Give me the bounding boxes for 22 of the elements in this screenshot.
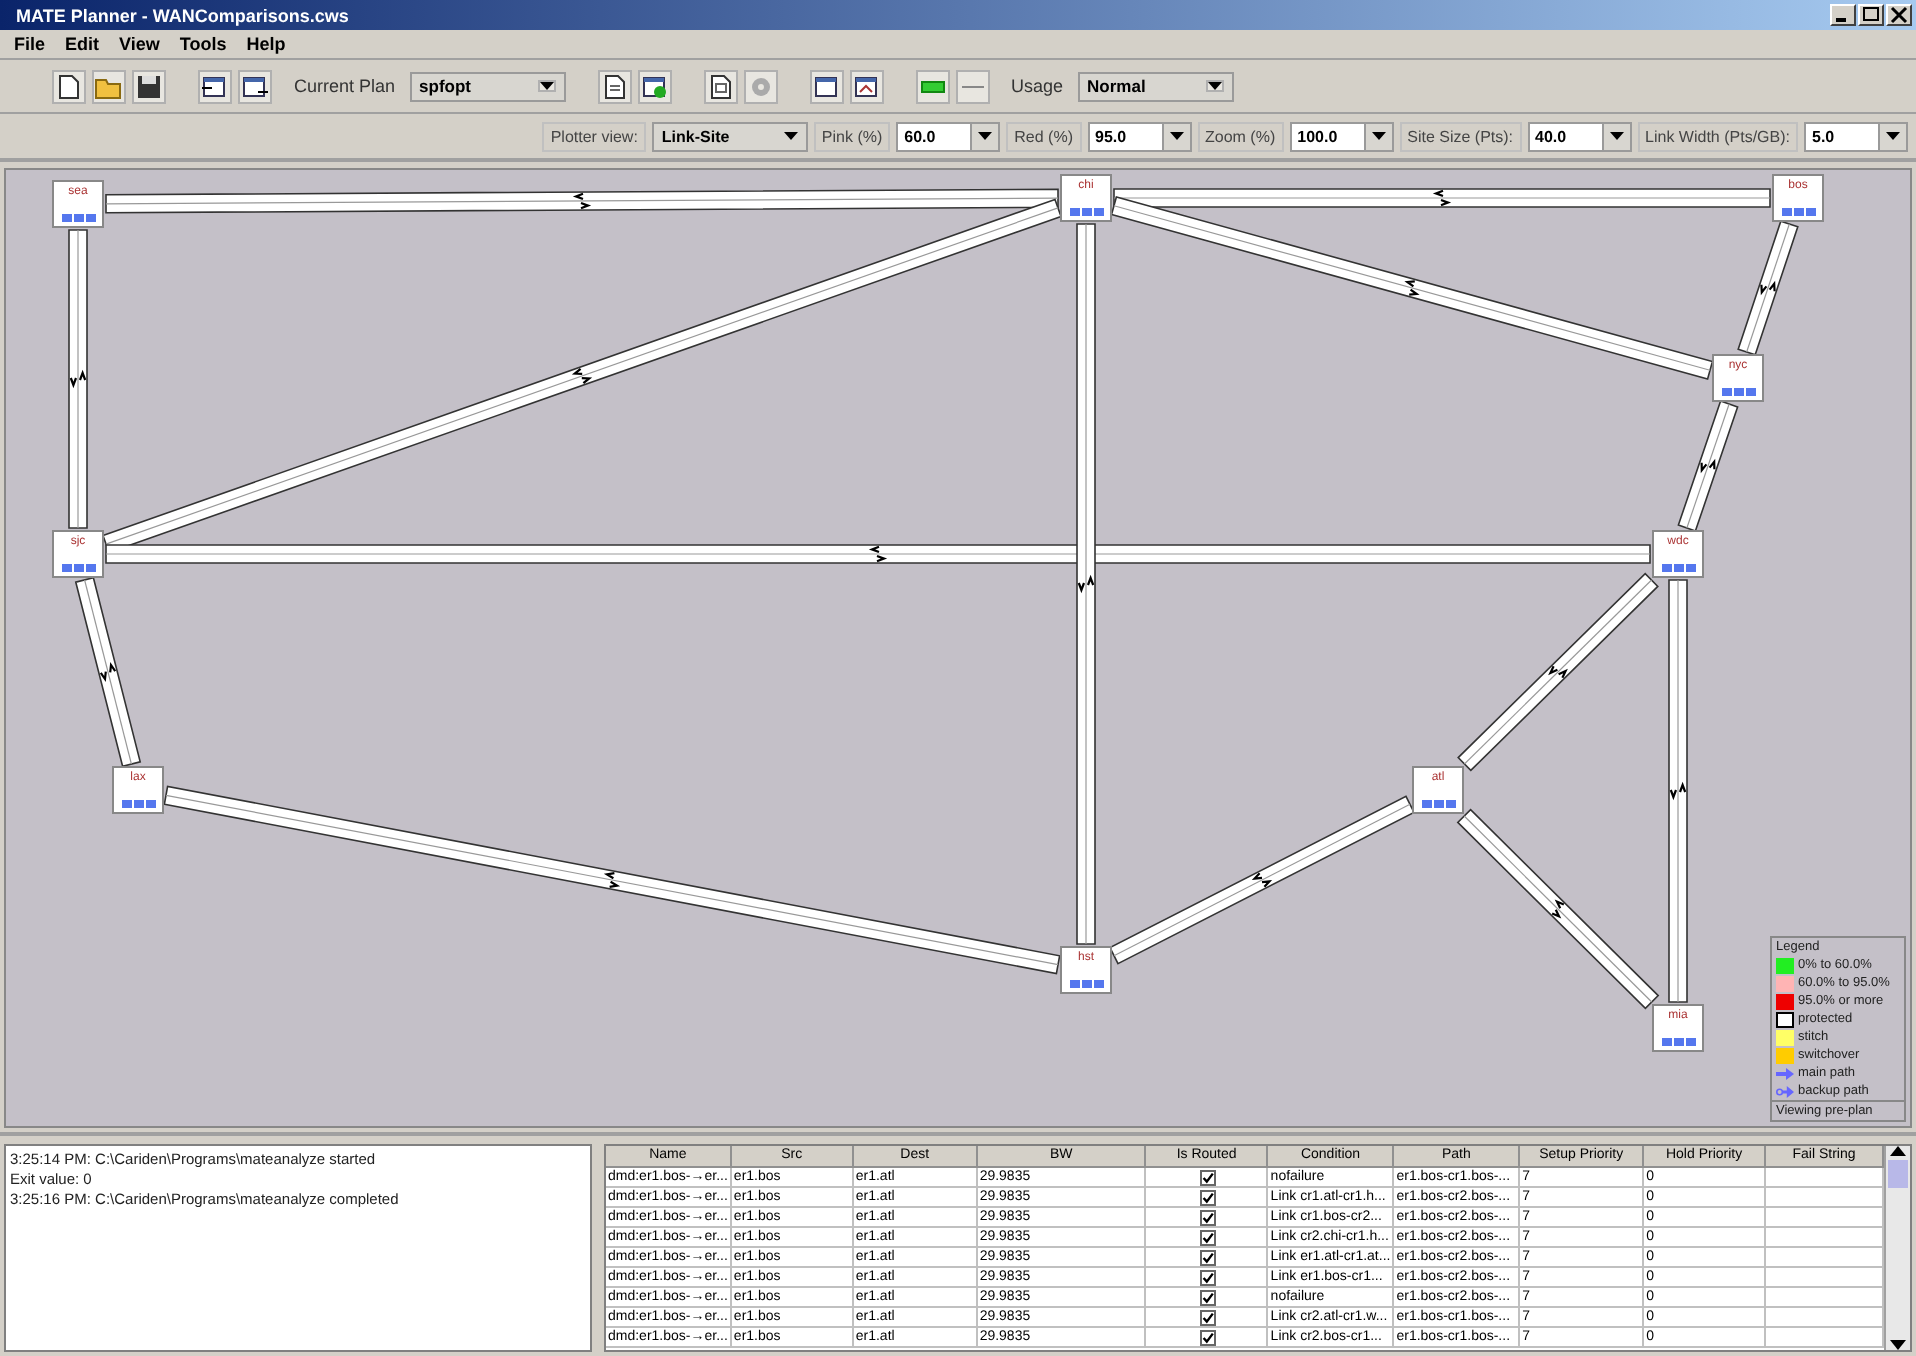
setting-label: Pink (%) xyxy=(813,121,891,151)
view-dropdown[interactable]: Link-Site xyxy=(651,121,808,151)
setting-label: Red (%) xyxy=(1006,121,1081,151)
value-combo-field[interactable]: 5.0 xyxy=(1804,121,1908,151)
value-combo-field[interactable]: 60.0 xyxy=(896,121,1001,151)
usage-label: Usage xyxy=(1011,76,1064,96)
setting-label: Link Width (Pts/GB): xyxy=(1637,121,1798,151)
menu-item[interactable]: Tools xyxy=(169,34,237,54)
value-combo-field[interactable]: 40.0 xyxy=(1527,121,1632,151)
menu-item[interactable]: View xyxy=(109,34,170,54)
usage-dropdown[interactable]: Normal xyxy=(1077,71,1234,101)
plan-label: Current Plan xyxy=(294,76,396,96)
setting-label: Site Size (Pts): xyxy=(1399,121,1522,151)
setting-label: Plotter view: xyxy=(542,121,646,151)
setting-label: Zoom (%) xyxy=(1197,121,1284,151)
menu-item[interactable]: Help xyxy=(236,34,296,54)
value-combo-field[interactable]: 100.0 xyxy=(1289,121,1394,151)
window-title: MATE Planner - WANComparisons.cws xyxy=(14,5,351,25)
plan-dropdown[interactable]: spfopt xyxy=(409,71,566,101)
value-combo-field[interactable]: 95.0 xyxy=(1087,121,1191,151)
menu-item[interactable]: File xyxy=(4,34,56,54)
menu-item[interactable]: Edit xyxy=(55,34,110,54)
